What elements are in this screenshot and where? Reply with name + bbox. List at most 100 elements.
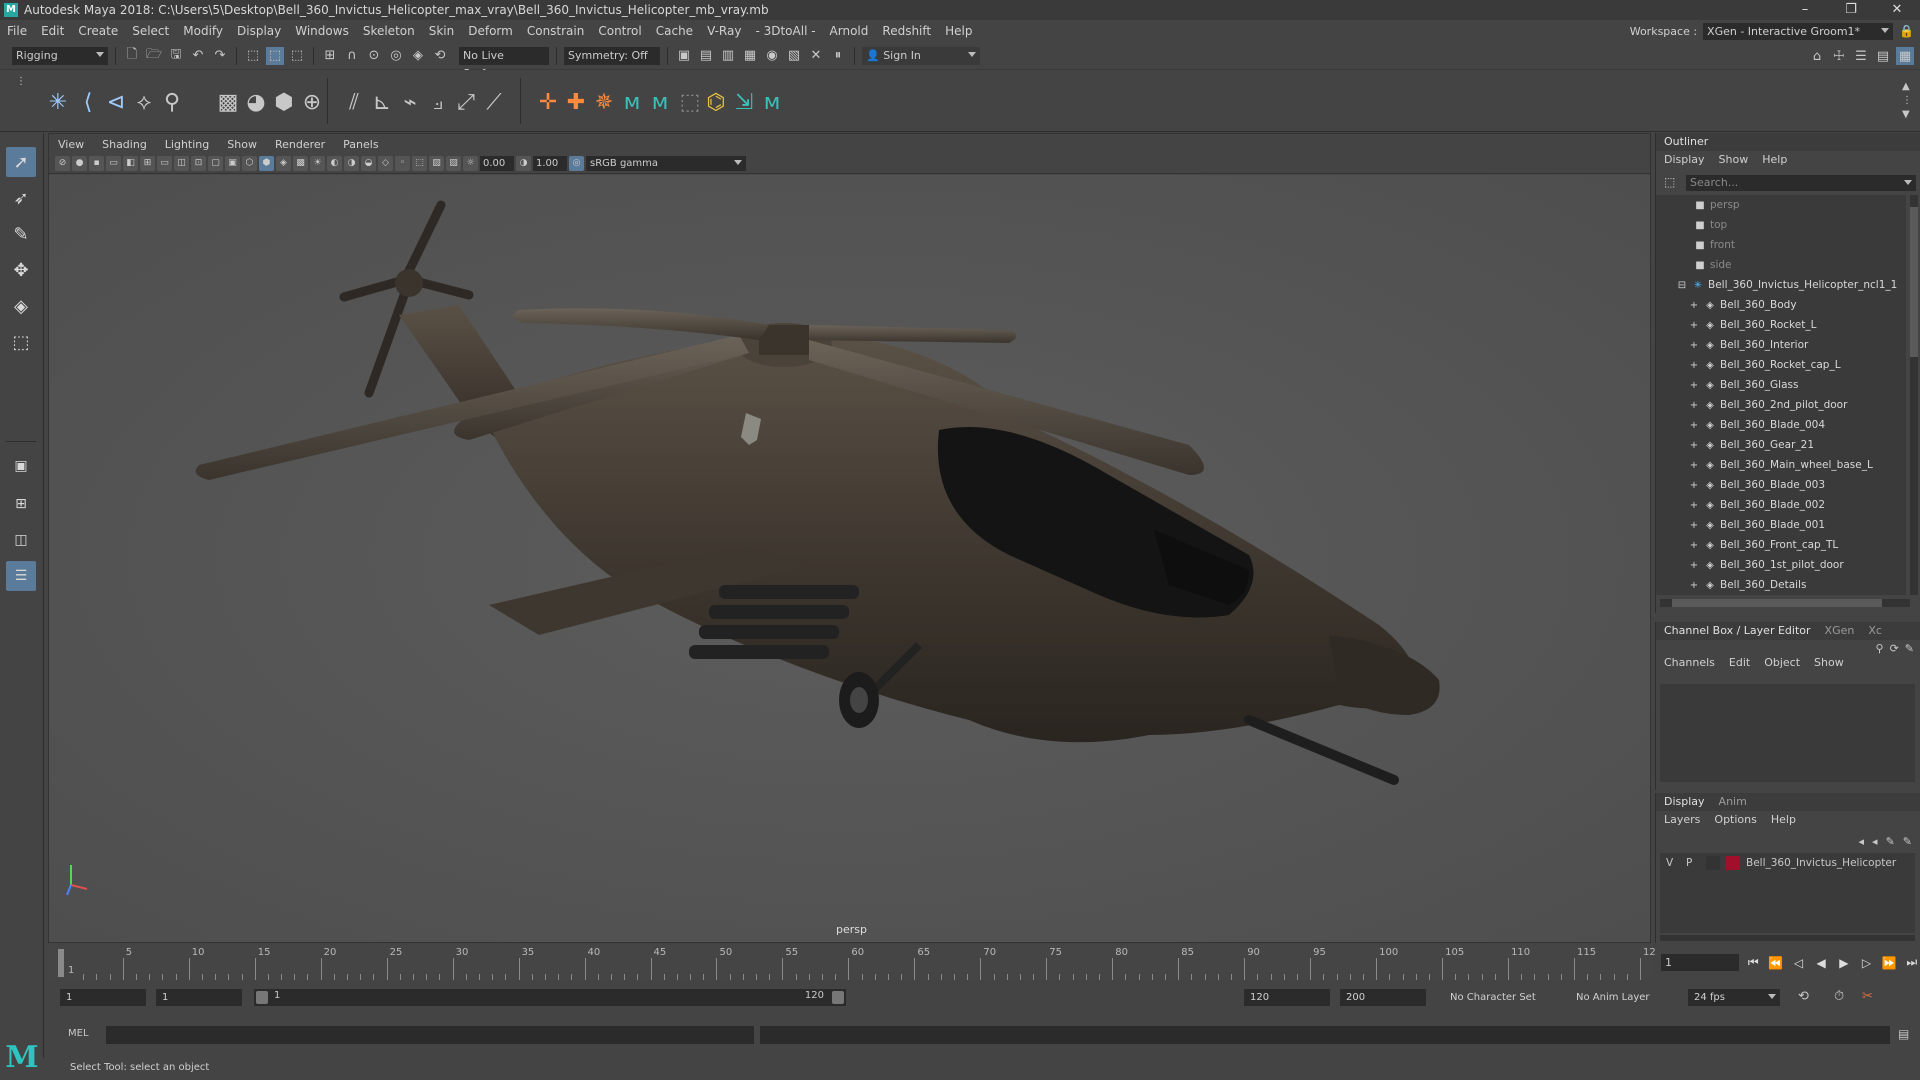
joint-tool-icon[interactable]: ✳ — [44, 88, 72, 116]
tab-anim-layers[interactable]: Anim — [1719, 793, 1747, 811]
outliner-vertical-scrollbar[interactable] — [1910, 195, 1918, 595]
gamma-icon[interactable]: ◑ — [516, 156, 531, 171]
3d-viewport[interactable]: persp — [49, 175, 1650, 942]
outliner-item[interactable]: + ◈ Bell_360_Body — [1656, 295, 1906, 315]
cluster-icon[interactable]: ⊕ — [298, 88, 326, 116]
expand-icon[interactable]: + — [1688, 376, 1700, 396]
depth-of-field-icon[interactable]: ◦ — [395, 156, 410, 171]
outliner-item[interactable]: + ◈ Bell_360_Rocket_cap_L — [1656, 355, 1906, 375]
menu-display[interactable]: Display — [230, 24, 288, 38]
skin-bind-icon[interactable]: ▩ — [214, 88, 242, 116]
film-gate-icon[interactable]: ▭ — [106, 156, 121, 171]
menu-modify[interactable]: Modify — [176, 24, 230, 38]
edit-icon[interactable]: ✎ — [1905, 642, 1914, 655]
new-layer-icon[interactable]: ✎ — [1903, 835, 1912, 848]
anim-prefs-icon[interactable]: ✂ — [1862, 989, 1873, 1004]
four-view-icon[interactable]: ⊞ — [6, 489, 36, 519]
anim-layer-dropdown[interactable]: No Anim Layer — [1570, 989, 1670, 1006]
redo-icon[interactable]: ↷ — [211, 47, 229, 65]
layer-playback-toggle[interactable]: P — [1686, 857, 1700, 869]
vp-menu-panels[interactable]: Panels — [334, 138, 387, 151]
outliner-item[interactable]: + ◈ Bell_360_Interior — [1656, 335, 1906, 355]
sign-in-button[interactable]: 👤 Sign In — [862, 46, 980, 65]
layer-scrollbar[interactable] — [1660, 935, 1915, 941]
paint-weights-icon[interactable]: ◕ — [242, 88, 270, 116]
expand-icon[interactable]: + — [1688, 416, 1700, 436]
cb-menu-object[interactable]: Object — [1764, 654, 1800, 672]
image-plane-icon[interactable]: ▪ — [89, 156, 104, 171]
paint-select-icon[interactable]: ✎ — [6, 219, 36, 249]
outliner-camera-persp[interactable]: ■ persp — [1656, 195, 1906, 215]
menu-skeleton[interactable]: Skeleton — [356, 24, 422, 38]
expand-icon[interactable]: + — [1688, 336, 1700, 356]
time-slider[interactable]: 5 10 15 20 25 30 35 40 45 50 55 60 65 70 75 80 85 90 95 100… — [48, 945, 1662, 980]
maximize-button[interactable]: ❐ — [1828, 0, 1874, 20]
attribute-editor-icon[interactable]: ☰ — [1852, 47, 1870, 65]
outliner-item[interactable]: + ◈ Bell_360_Blade_001 — [1656, 515, 1906, 535]
outliner-camera-side[interactable]: ■ side — [1656, 255, 1906, 275]
wireframe-on-shaded-icon[interactable]: ◈ — [276, 156, 291, 171]
outliner-camera-front[interactable]: ■ front — [1656, 235, 1906, 255]
outliner-root-node[interactable]: ⊟ ✳ Bell_360_Invictus_Helicopter_ncl1_1 — [1656, 275, 1906, 295]
select-tool-icon[interactable]: ➚ — [6, 147, 36, 177]
refresh-icon[interactable]: ⟳ — [1890, 642, 1899, 655]
aim-constraint-icon[interactable]: ⤢ — [452, 88, 480, 116]
xray-icon[interactable]: ▨ — [429, 156, 444, 171]
go-to-end-icon[interactable]: ⏭ — [1903, 955, 1920, 970]
layer-type-toggle[interactable] — [1706, 856, 1720, 870]
tool-settings-icon[interactable]: ▤ — [1874, 47, 1892, 65]
pole-vector-icon[interactable]: ⟋ — [480, 88, 508, 116]
step-back-key-icon[interactable]: ⏪ — [1768, 956, 1785, 970]
shelf-scroll-icon[interactable]: ▲ ⋮ ▼ — [1902, 80, 1912, 122]
current-frame-field[interactable]: 1 — [1661, 954, 1739, 971]
lasso-tool-icon[interactable]: ➶ — [6, 183, 36, 213]
new-layer-selected-icon[interactable]: ✎ — [1886, 835, 1895, 848]
ik-spline-icon[interactable]: ⊲ — [102, 88, 130, 116]
menu-constrain[interactable]: Constrain — [520, 24, 592, 38]
outliner-menu-help[interactable]: Help — [1762, 151, 1787, 169]
play-backward-icon[interactable]: ◀ — [1813, 956, 1830, 970]
expand-icon[interactable]: + — [1688, 536, 1700, 556]
tab-channel-box[interactable]: Channel Box / Layer Editor — [1664, 622, 1811, 640]
snap-grid-icon[interactable]: ⊞ — [321, 47, 339, 65]
outliner-menu-show[interactable]: Show — [1719, 151, 1749, 169]
parent-constraint-icon[interactable]: ⫽ — [340, 88, 368, 116]
move-tool-icon[interactable]: ✥ — [6, 255, 36, 285]
motion-blur-icon[interactable]: ◒ — [361, 156, 376, 171]
menu-deform[interactable]: Deform — [461, 24, 520, 38]
scale-constraint-icon[interactable]: ⟓ — [424, 88, 452, 116]
command-language-toggle[interactable]: MEL — [68, 1028, 89, 1039]
outliner-item[interactable]: + ◈ Bell_360_Blade_002 — [1656, 495, 1906, 515]
menu-skin[interactable]: Skin — [422, 24, 462, 38]
scrollbar-thumb[interactable] — [1910, 207, 1918, 357]
menu-control[interactable]: Control — [591, 24, 648, 38]
snap-view-icon[interactable]: ◎ — [387, 47, 405, 65]
script-editor-icon[interactable]: ▤ — [1898, 1027, 1909, 1041]
outliner-item[interactable]: + ◈ Bell_360_Blade_003 — [1656, 475, 1906, 495]
two-view-icon[interactable]: ◫ — [6, 525, 36, 555]
channel-box-icon[interactable]: ▦ — [1896, 47, 1914, 65]
textured-icon[interactable]: ▩ — [293, 156, 308, 171]
menu-redshift[interactable]: Redshift — [875, 24, 938, 38]
orient-constraint-icon[interactable]: ⌁ — [396, 88, 424, 116]
single-view-icon[interactable]: ▣ — [6, 451, 36, 481]
move-layer-down-icon[interactable]: ◂ — [1872, 835, 1878, 848]
auto-key-icon[interactable]: ⏱ — [1834, 989, 1844, 1004]
ik-handle-icon[interactable]: ⟨ — [74, 88, 102, 116]
go-to-start-icon[interactable]: ⏮ — [1745, 955, 1762, 970]
mirror-joint-icon[interactable]: ⚲ — [158, 88, 186, 116]
outliner-camera-top[interactable]: ■ top — [1656, 215, 1906, 235]
collapse-icon[interactable]: ⊟ — [1676, 276, 1688, 296]
layer-visibility-toggle[interactable]: V — [1666, 857, 1680, 869]
vray-icon[interactable]: ✕ — [807, 47, 825, 65]
outliner-horizontal-scrollbar[interactable] — [1660, 599, 1910, 607]
pause-icon[interactable]: ⏸ — [829, 47, 847, 65]
symmetry-dropdown[interactable]: Symmetry: Off — [564, 46, 660, 65]
layer-row[interactable]: V P Bell_360_Invictus_Helicopter — [1660, 853, 1915, 873]
vp-menu-view[interactable]: View — [49, 138, 93, 151]
character-set-dropdown[interactable]: No Character Set — [1444, 989, 1559, 1006]
menu-file[interactable]: File — [0, 24, 34, 38]
expand-icon[interactable]: + — [1688, 516, 1700, 536]
expand-icon[interactable]: + — [1688, 296, 1700, 316]
cb-menu-show[interactable]: Show — [1814, 654, 1844, 672]
